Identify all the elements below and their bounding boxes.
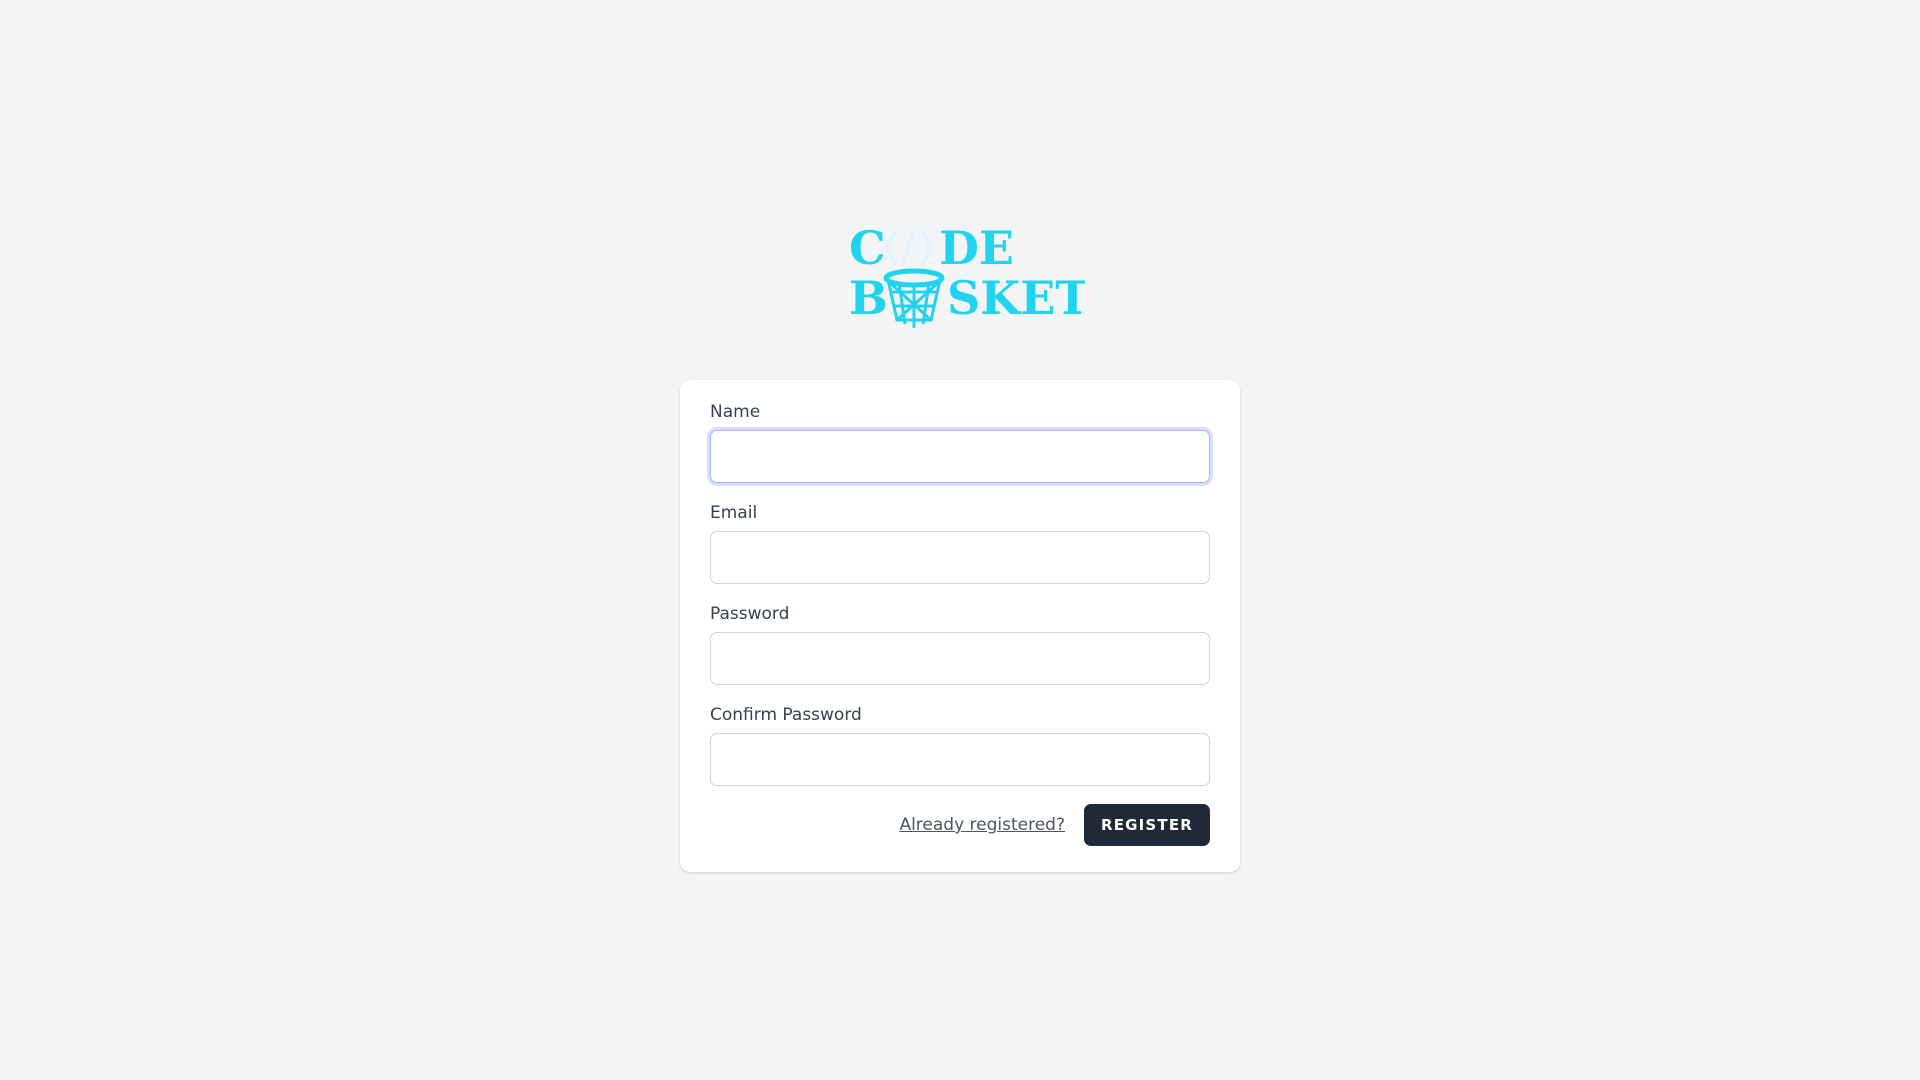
already-registered-link[interactable]: Already registered?: [899, 815, 1065, 835]
confirm-password-label: Confirm Password: [710, 705, 862, 725]
register-page: C DE B SKET Name Email Password Confirm …: [0, 0, 1920, 1080]
basketball-hoop-icon: [883, 268, 945, 328]
svg-text:DE: DE: [939, 221, 1014, 275]
register-card: Name Email Password Confirm Password Alr…: [680, 380, 1240, 872]
svg-text:B: B: [849, 271, 888, 325]
register-button[interactable]: REGISTER: [1084, 804, 1210, 846]
password-input[interactable]: [710, 632, 1210, 685]
email-field-group: Email: [710, 501, 1210, 584]
name-input[interactable]: [710, 430, 1210, 483]
confirm-password-field-group: Confirm Password: [710, 703, 1210, 786]
register-form: Name Email Password Confirm Password Alr…: [710, 400, 1210, 846]
confirm-password-input[interactable]: [710, 733, 1210, 786]
email-label: Email: [710, 503, 758, 523]
email-input[interactable]: [710, 531, 1210, 584]
svg-text:SKET: SKET: [947, 271, 1085, 325]
password-field-group: Password: [710, 602, 1210, 685]
name-label: Name: [710, 402, 761, 422]
name-field-group: Name: [710, 400, 1210, 483]
form-actions: Already registered? REGISTER: [710, 804, 1210, 846]
svg-text:C: C: [849, 221, 886, 275]
code-basket-logo: C DE B SKET: [849, 220, 1085, 334]
password-label: Password: [710, 604, 790, 624]
